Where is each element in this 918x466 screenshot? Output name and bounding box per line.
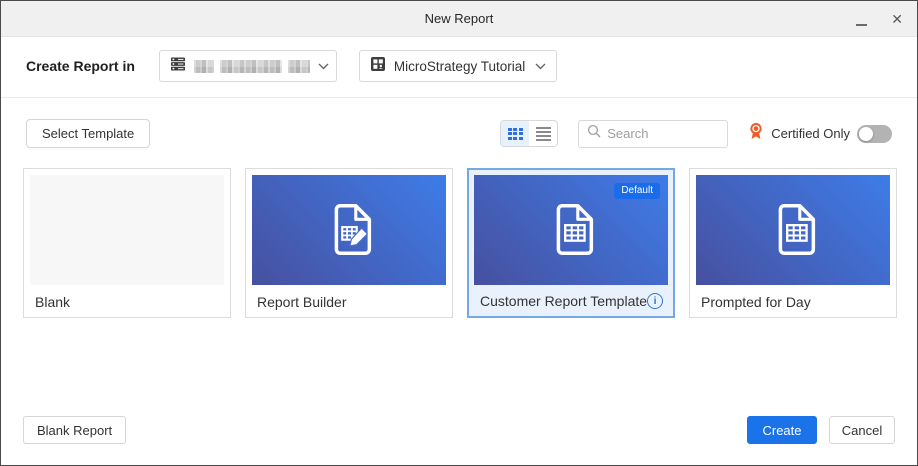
minimize-icon[interactable] [856,12,867,26]
toolbar-row: Select Template [26,119,892,148]
search-input[interactable] [607,126,719,141]
template-card-blank[interactable]: Blank [23,168,231,318]
certified-badge-icon [748,122,764,145]
default-badge: Default [614,183,660,199]
certified-only-group: Certified Only [748,122,892,145]
create-button[interactable]: Create [747,416,817,444]
select-template-button[interactable]: Select Template [26,119,150,148]
template-card-report-builder[interactable]: Report Builder [245,168,453,318]
certified-only-label: Certified Only [771,126,850,141]
grid-view-icon[interactable] [501,121,529,146]
search-icon [587,124,601,143]
template-card-customer-report[interactable]: Default Customer Report Template i [467,168,675,318]
footer-right: Create Cancel [747,416,895,444]
document-table-pencil-icon [252,175,446,285]
footer-left: Blank Report [23,416,126,444]
card-label-row: Report Builder [246,286,452,317]
redacted-server-name [194,60,310,73]
list-view-icon[interactable] [529,121,557,146]
blank-report-button[interactable]: Blank Report [23,416,126,444]
template-card-list: Blank Report Builder [23,168,897,318]
create-in-label: Create Report in [26,58,135,74]
toggle-knob [859,127,873,141]
cancel-button[interactable]: Cancel [829,416,895,444]
document-table-icon [696,175,890,285]
chevron-down-icon [535,57,546,75]
document-table-icon: Default [474,175,668,285]
window-controls: ✕ [856,1,903,37]
template-name: Blank [35,294,70,310]
blank-thumbnail [30,175,224,285]
template-card-prompted-for-day[interactable]: Prompted for Day [689,168,897,318]
search-box [578,120,728,148]
project-dropdown-value: MicroStrategy Tutorial [394,59,527,74]
card-label-row: Blank [24,286,230,317]
certified-only-toggle[interactable] [857,125,892,143]
view-mode-toggle [500,120,558,147]
template-name: Report Builder [257,294,347,310]
chevron-down-icon [318,57,329,75]
new-report-dialog: New Report ✕ Create Report in [0,0,918,466]
dialog-title: New Report [425,11,494,26]
server-dropdown[interactable] [159,50,337,82]
server-icon [170,56,186,77]
template-name: Customer Report Template [480,293,647,309]
titlebar: New Report ✕ [1,1,917,37]
divider [1,97,917,98]
close-icon[interactable]: ✕ [891,12,903,26]
project-dropdown[interactable]: MicroStrategy Tutorial [359,50,557,82]
toolbar-right-group: Certified Only [500,120,892,148]
create-in-row: Create Report in [26,50,892,82]
card-label-row: Customer Report Template i [469,285,673,316]
template-name: Prompted for Day [701,294,811,310]
card-label-row: Prompted for Day [690,286,896,317]
info-icon[interactable]: i [647,293,663,309]
project-grid-icon [370,56,386,77]
